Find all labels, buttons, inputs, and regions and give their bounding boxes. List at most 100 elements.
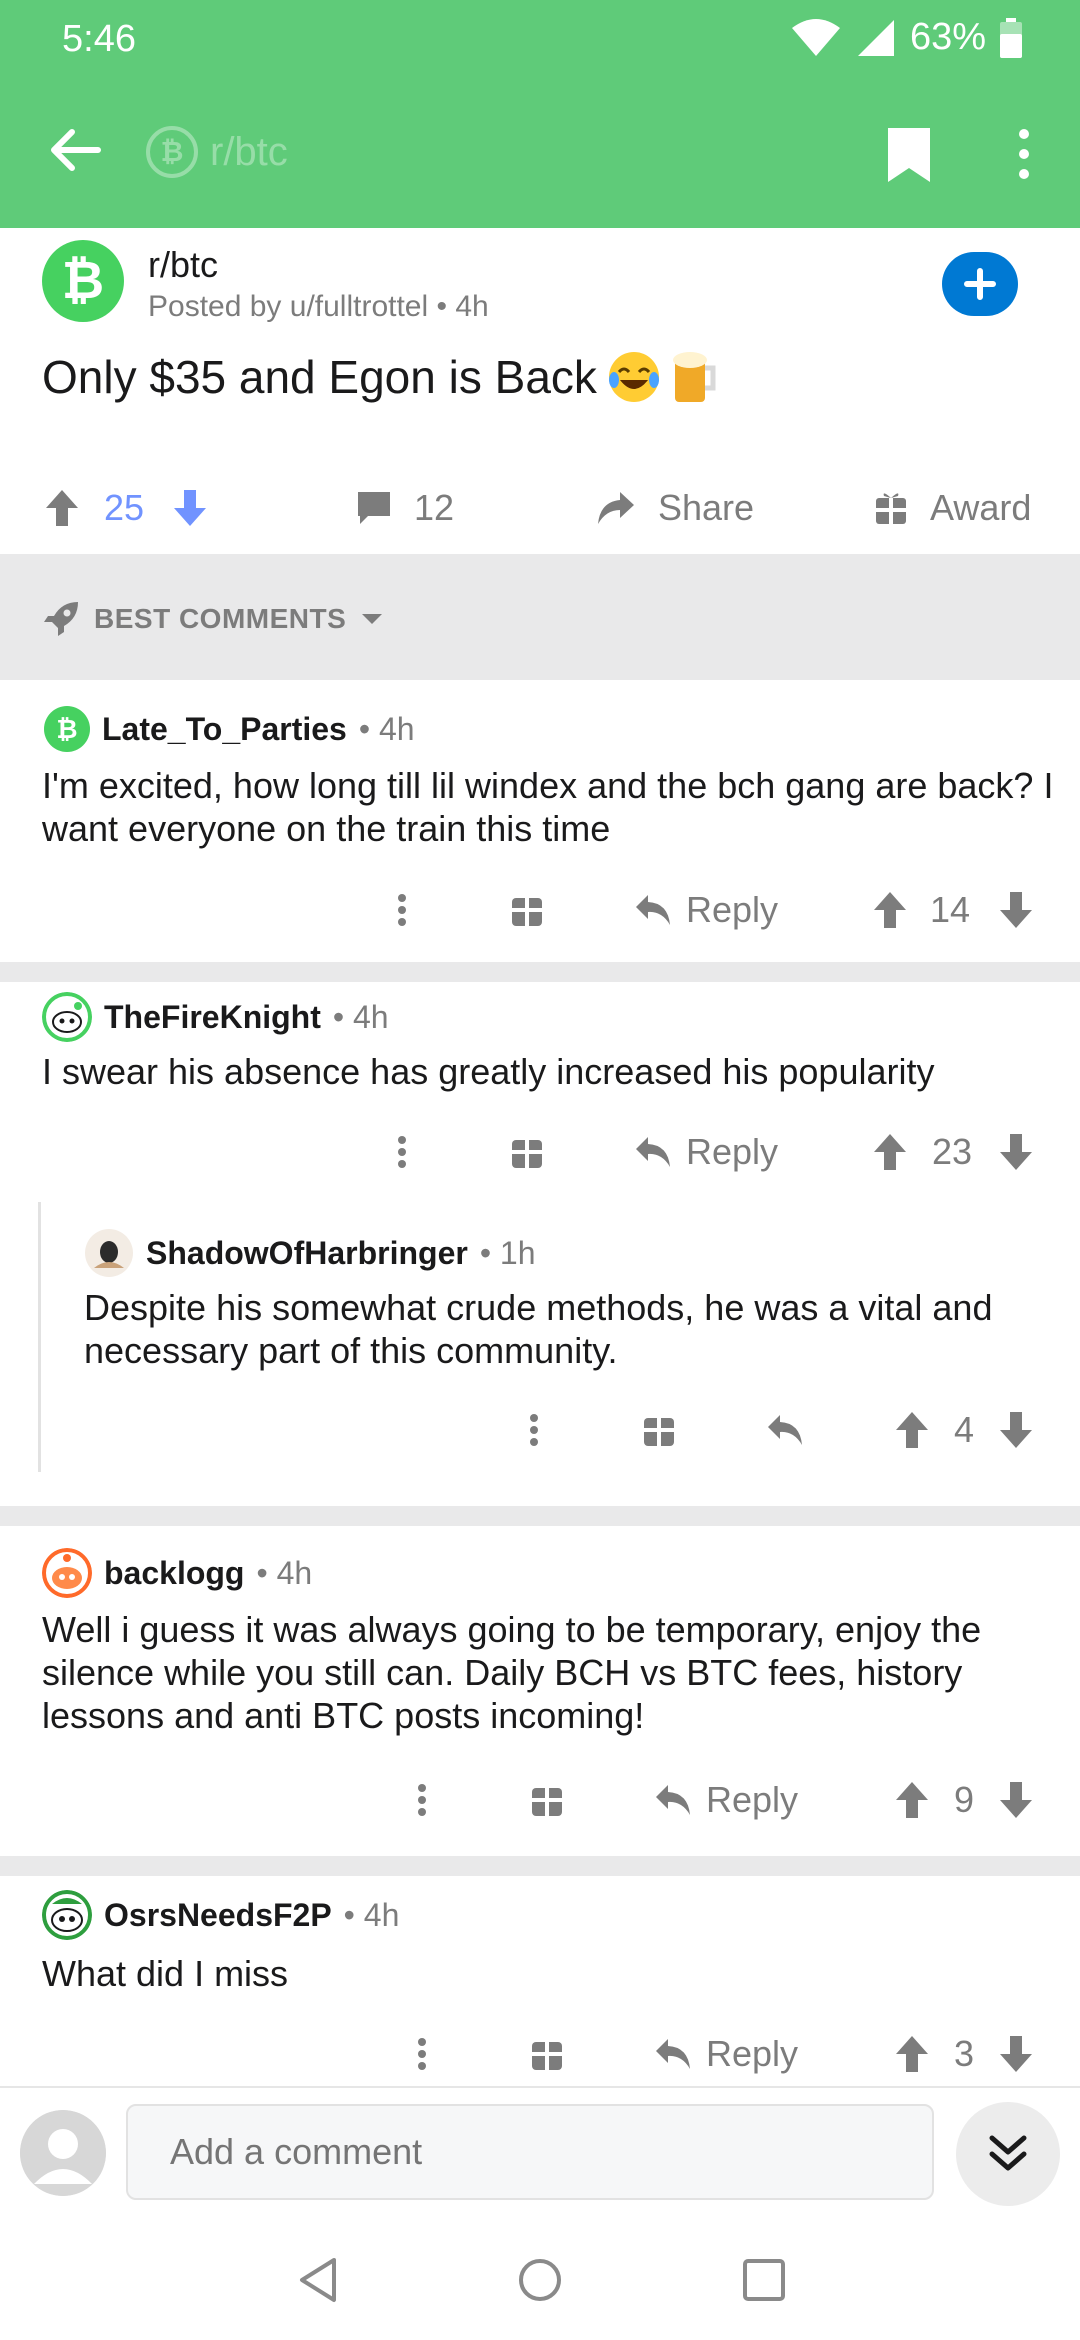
comment[interactable]: backlogg • 4h Well i guess it was always… — [0, 1526, 1080, 1856]
downvote-arrow-icon[interactable] — [998, 880, 1034, 940]
subreddit-name[interactable]: r/btc — [148, 244, 218, 286]
nav-back-icon[interactable] — [296, 2256, 344, 2304]
user-avatar[interactable]: ₿ — [44, 706, 90, 752]
reply-arrow-icon — [656, 1785, 690, 1815]
gift-icon[interactable] — [530, 1770, 564, 1830]
more-vert-icon[interactable] — [524, 1400, 544, 1460]
reply-label: Reply — [706, 1779, 799, 1820]
app-bar: 5:46 63% ₿ r/btc — [0, 0, 1080, 228]
comment-time: • 4h — [358, 710, 415, 747]
comment[interactable]: TheFireKnight • 4h I swear his absence h… — [0, 982, 1080, 1202]
award-button[interactable]: Award — [874, 487, 1031, 529]
laughing-emoji-icon — [608, 352, 659, 402]
system-nav-bar — [0, 2216, 1080, 2340]
upvote-arrow-icon[interactable] — [894, 2024, 930, 2084]
comment-username[interactable]: Late_To_Parties — [102, 711, 347, 748]
comment-score: 3 — [954, 2033, 975, 2074]
reply-button[interactable]: Reply — [634, 880, 778, 940]
comment-username[interactable]: OsrsNeedsF2P — [104, 1897, 332, 1934]
nested-comment[interactable]: ShadowOfHarbringer • 1h Despite his some… — [0, 1202, 1080, 1506]
comment-time: • 4h — [256, 1554, 313, 1591]
award-label: Award — [930, 487, 1032, 528]
comment-actions: 4 — [0, 1400, 1080, 1460]
comment-username[interactable]: backlogg — [104, 1555, 244, 1592]
join-button[interactable] — [942, 252, 1018, 316]
comment-header: ₿ Late_To_Parties • 4h — [44, 706, 415, 752]
reply-arrow-icon — [636, 1137, 670, 1167]
comment-composer-bar — [0, 2086, 1080, 2216]
more-vert-icon[interactable] — [412, 1770, 432, 1830]
more-vert-icon[interactable] — [392, 1122, 412, 1182]
reply-label: Reply — [686, 1131, 779, 1172]
user-avatar[interactable] — [42, 992, 92, 1042]
user-avatar[interactable] — [42, 1890, 92, 1940]
comment-username[interactable]: TheFireKnight — [104, 999, 321, 1036]
gift-icon[interactable] — [642, 1400, 676, 1460]
reply-button[interactable]: Reply — [654, 2024, 798, 2084]
share-label: Share — [658, 487, 755, 528]
reply-button[interactable]: Reply — [634, 1122, 778, 1182]
post-title-text: Only $35 and Egon is Back — [42, 351, 597, 403]
wifi-icon — [791, 18, 840, 56]
post-header: ₿ r/btc Posted by u/fulltrottel • 4h Onl… — [0, 228, 1080, 554]
nav-home-icon[interactable] — [516, 2256, 564, 2304]
downvote-arrow-icon[interactable] — [998, 1770, 1034, 1830]
appbar-subreddit-name: r/btc — [210, 129, 288, 174]
subreddit-avatar[interactable]: ₿ — [42, 240, 124, 322]
reply-button[interactable]: Reply — [654, 1770, 798, 1830]
nav-recents-icon[interactable] — [740, 2256, 788, 2304]
share-arrow-icon — [598, 492, 634, 524]
sort-bar: BEST COMMENTS — [0, 554, 1080, 680]
comment-score: 9 — [954, 1779, 975, 1820]
gift-icon[interactable] — [510, 880, 544, 940]
posted-by[interactable]: Posted by u/fulltrottel — [148, 290, 428, 323]
jump-down-button[interactable] — [956, 2102, 1060, 2206]
comment-bubble-icon — [358, 492, 390, 524]
more-vert-icon[interactable] — [392, 880, 412, 940]
reply-arrow-icon[interactable] — [766, 1400, 804, 1460]
upvote-arrow-icon[interactable] — [894, 1400, 930, 1460]
upvote-arrow-icon[interactable] — [872, 880, 908, 940]
appbar-subreddit[interactable]: ₿ r/btc — [146, 126, 288, 178]
comment-time-value: 4h — [352, 998, 389, 1035]
bookmark-icon[interactable] — [886, 126, 932, 184]
share-button[interactable]: Share — [596, 487, 754, 529]
user-avatar[interactable] — [20, 2110, 106, 2196]
comment-score: 23 — [932, 1131, 973, 1172]
battery-icon — [1000, 17, 1022, 58]
comment-input[interactable] — [126, 2104, 934, 2200]
post-title[interactable]: Only $35 and Egon is Back — [42, 350, 717, 404]
upvote-arrow-icon[interactable] — [894, 1770, 930, 1830]
reply-arrow-icon — [656, 2039, 690, 2069]
comment-header: TheFireKnight • 4h — [42, 992, 389, 1042]
downvote-arrow-icon[interactable] — [998, 1400, 1034, 1460]
comment-username[interactable]: ShadowOfHarbringer — [146, 1235, 468, 1272]
reply-arrow-icon — [636, 895, 670, 925]
user-avatar[interactable] — [84, 1228, 134, 1278]
downvote-arrow-icon[interactable] — [998, 2024, 1034, 2084]
sort-dropdown[interactable]: BEST COMMENTS — [42, 600, 384, 638]
plus-icon — [964, 268, 996, 300]
comment-body: What did I miss — [42, 1953, 289, 1994]
comments-count-button[interactable]: 12 — [356, 487, 454, 529]
more-vert-icon[interactable] — [412, 2024, 432, 2084]
gift-icon[interactable] — [510, 1122, 544, 1182]
more-vert-icon[interactable] — [1004, 124, 1044, 184]
comment-actions: Reply 23 — [0, 1122, 1080, 1182]
back-arrow-icon[interactable] — [44, 120, 104, 180]
comment[interactable]: ₿ Late_To_Parties • 4h I'm excited, how … — [0, 680, 1080, 962]
post-score: 25 — [104, 487, 145, 528]
post-actions: 25 12 Share Award — [0, 468, 1080, 548]
comment-divider — [0, 1506, 1080, 1526]
downvote-arrow-icon[interactable] — [172, 488, 208, 528]
gift-icon[interactable] — [530, 2024, 564, 2084]
upvote-arrow-icon[interactable] — [44, 488, 80, 528]
user-avatar[interactable] — [42, 1548, 92, 1598]
downvote-arrow-icon[interactable] — [998, 1122, 1034, 1182]
comment-body: I'm excited, how long till lil windex an… — [42, 765, 1054, 849]
signal-icon — [857, 19, 894, 56]
comment-score: 14 — [930, 889, 971, 930]
comment-divider — [0, 962, 1080, 982]
comment[interactable]: OsrsNeedsF2P • 4h What did I miss Reply … — [0, 1876, 1080, 2086]
upvote-arrow-icon[interactable] — [872, 1122, 908, 1182]
